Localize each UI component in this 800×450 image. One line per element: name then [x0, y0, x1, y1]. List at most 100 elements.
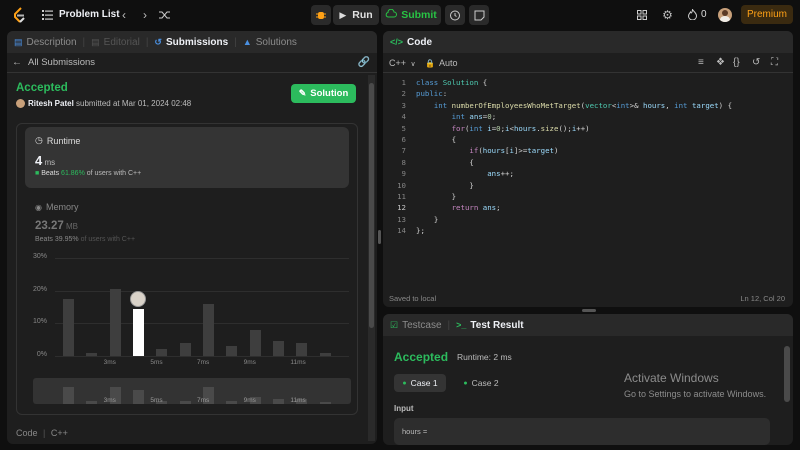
chart-bar[interactable] [249, 329, 261, 356]
result-scrollbar-thumb[interactable] [784, 346, 790, 402]
memory-value-row: 23.27 MB [35, 220, 78, 232]
chart-bar[interactable] [296, 342, 308, 356]
line-number: 2 [401, 89, 406, 99]
chart-bar[interactable] [226, 346, 238, 356]
fullscreen-icon[interactable]: ⛶ [771, 57, 778, 68]
code-language: C++ [50, 428, 68, 438]
code-line[interactable]: 10 } [383, 180, 793, 191]
submit-button[interactable]: Submit [381, 5, 441, 25]
leetcode-logo-icon[interactable] [12, 7, 26, 23]
code-line[interactable]: 9 ans++; [383, 168, 793, 179]
case-2-tab[interactable]: ● Case 2 [455, 374, 507, 392]
memory-value: 23.27 [35, 220, 64, 232]
timer-icon[interactable] [445, 5, 465, 25]
result-status: Accepted [394, 350, 449, 364]
x-tick-label: 3ms [103, 359, 116, 366]
chart-bar[interactable] [63, 298, 74, 356]
prev-problem-icon[interactable]: ‹ [118, 8, 130, 22]
code-line[interactable]: 2 public: [383, 88, 793, 99]
line-number: 14 [397, 226, 406, 236]
line-number: 5 [401, 123, 406, 133]
link-icon[interactable]: 🔗 [358, 57, 370, 68]
x-tick-label: 7ms [197, 359, 210, 366]
premium-button[interactable]: Premium [741, 5, 793, 24]
settings-gear-icon[interactable]: ⚙ [661, 8, 674, 22]
chart-bar[interactable] [179, 342, 191, 356]
tab-testcase[interactable]: ☑ Testcase [390, 320, 442, 331]
accepted-status: Accepted [16, 82, 68, 94]
line-code: for(int i=0;i<hours.size();i++) [451, 123, 590, 133]
beats-icon: ■ [35, 170, 40, 177]
reset-icon[interactable]: ↺ [752, 57, 760, 68]
code-line[interactable]: 4 int ans=0; [383, 111, 793, 122]
mini-chart-bar [133, 390, 144, 404]
chart-bar[interactable] [273, 341, 284, 356]
code-line[interactable]: 12 return ans; [383, 202, 793, 213]
y-tick-label: 10% [32, 318, 47, 326]
line-number: 3 [401, 100, 406, 110]
tab-code[interactable]: </> Code [390, 37, 432, 48]
chart-bar[interactable] [133, 308, 144, 356]
chart-bar[interactable] [109, 289, 121, 356]
back-arrow-icon[interactable]: ← [12, 57, 22, 68]
layout-grid-icon[interactable] [636, 9, 648, 21]
language-select[interactable]: C++ ∨ [389, 58, 416, 68]
tab-solutions[interactable]: ▲ Solutions [243, 37, 297, 48]
left-scrollbar[interactable] [368, 75, 375, 441]
vertical-resize-handle[interactable] [378, 230, 381, 244]
chart-bar[interactable] [156, 349, 168, 356]
runtime-beats: ■ Beats 61.86% of users with C++ [35, 170, 141, 177]
left-scrollbar-thumb[interactable] [369, 83, 374, 328]
memory-beats-pct: 39.95% [54, 236, 79, 243]
tab-submissions[interactable]: ↺ Submissions [154, 37, 228, 48]
cursor-position: Ln 12, Col 20 [740, 294, 785, 303]
horizontal-resize-handle[interactable] [582, 309, 596, 312]
streak-fire-icon[interactable] [686, 8, 698, 21]
code-line[interactable]: 3 int numberOfEmployeesWhoMetTarget(vect… [383, 100, 793, 111]
code-line[interactable]: 13 } [383, 214, 793, 225]
chart-bar[interactable] [86, 352, 98, 356]
code-line[interactable]: 7 if(hours[i]>=target) [383, 145, 793, 156]
code-line[interactable]: 14}; [383, 225, 793, 236]
bookmark-icon[interactable]: ❖ [716, 57, 725, 68]
tab-divider: | [234, 36, 237, 48]
case-1-tab[interactable]: ● Case 1 [394, 374, 446, 392]
list-icon[interactable] [41, 9, 53, 21]
code-editor-panel: </> Code C++ ∨ 🔒 Auto ≡ ❖ {} ↺ ⛶ 1 class … [383, 31, 793, 307]
line-code: } [433, 214, 439, 224]
case-1-label: Case 1 [410, 378, 438, 388]
mini-x-tick-label: 3ms [103, 397, 116, 404]
result-scrollbar[interactable] [784, 338, 790, 442]
submitter-name[interactable]: Ritesh Patel [28, 99, 74, 108]
auto-mode[interactable]: 🔒 Auto [425, 58, 458, 68]
code-line[interactable]: 11 } [383, 191, 793, 202]
braces-icon[interactable]: {} [733, 57, 740, 68]
line-code: }; [416, 226, 425, 236]
all-submissions-link[interactable]: All Submissions [28, 57, 95, 68]
solution-button[interactable]: ✎ Solution [291, 84, 356, 103]
format-icon[interactable]: ≡ [698, 57, 704, 68]
chart-bar[interactable] [203, 303, 214, 356]
run-button[interactable]: ▶ Run [333, 5, 379, 25]
x-tick-label: 9ms [243, 359, 256, 366]
problem-list-link[interactable]: Problem List [59, 9, 120, 20]
code-line[interactable]: 5 for(int i=0;i<hours.size();i++) [383, 123, 793, 134]
tab-test-result[interactable]: >_ Test Result [456, 320, 523, 331]
chart-bar[interactable] [319, 352, 331, 356]
memory-header[interactable]: ◉ Memory [35, 202, 79, 212]
user-avatar[interactable] [718, 8, 732, 22]
notes-icon[interactable] [469, 5, 489, 25]
tab-description[interactable]: ▤ Description [14, 37, 77, 48]
code-line[interactable]: 8 { [383, 157, 793, 168]
runtime-box[interactable]: ◷ Runtime 4 ms ■ Beats 61.86% of users w… [25, 127, 349, 188]
code-line[interactable]: 1 class Solution { [383, 77, 793, 88]
debug-button[interactable] [311, 5, 331, 25]
next-problem-icon[interactable]: › [139, 8, 151, 22]
runtime-value: 4 [35, 153, 43, 168]
line-code: int numberOfEmployeesWhoMetTarget(vector… [433, 100, 733, 110]
code-line[interactable]: 6 { [383, 134, 793, 145]
x-tick-label: 5ms [150, 359, 163, 366]
tab-editorial[interactable]: ▤ Editorial [91, 37, 140, 48]
code-area[interactable]: 1 class Solution {2 public: 3 int numberOfE… [383, 77, 793, 247]
shuffle-icon[interactable] [158, 9, 172, 21]
